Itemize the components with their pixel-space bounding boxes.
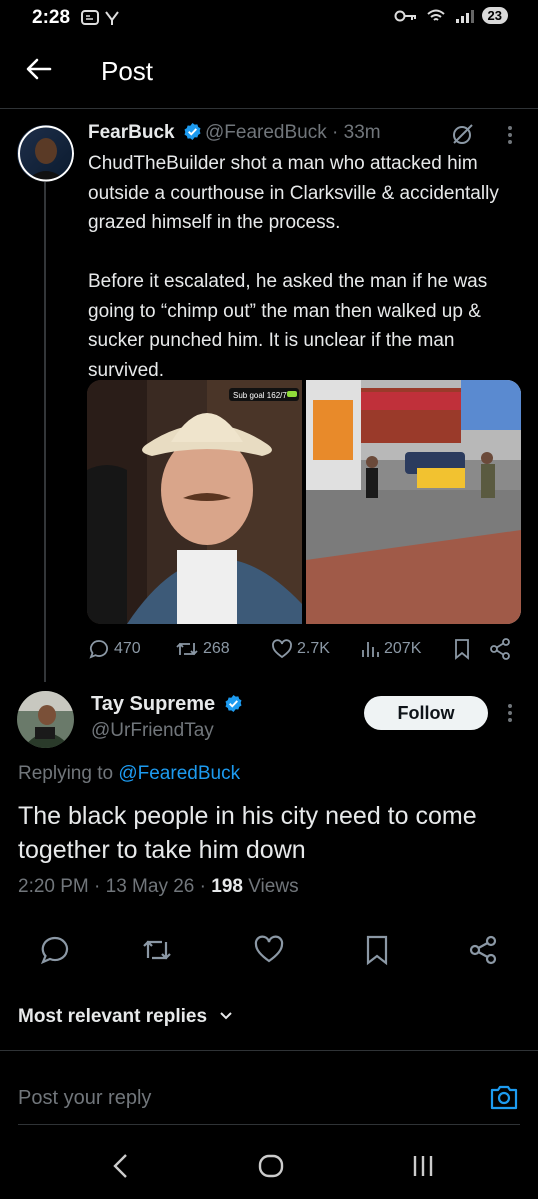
- author-name-text: FearBuck: [88, 122, 175, 143]
- views-count[interactable]: 198: [211, 876, 243, 897]
- thread-line: [44, 182, 46, 682]
- back-arrow-icon[interactable]: [24, 54, 54, 84]
- share-icon[interactable]: [466, 933, 500, 967]
- post-meta: 2:20 PM · 13 May 26 · 198 Views: [18, 876, 299, 898]
- repost-icon[interactable]: [140, 933, 174, 967]
- post-age: 33m: [343, 122, 381, 143]
- post-timestamp: 2:20 PM · 13 May 26 ·: [18, 876, 212, 897]
- status-bar: 2:28 23: [0, 0, 538, 38]
- author-handle[interactable]: @UrFriendTay: [91, 720, 214, 742]
- chevron-down-icon: [220, 1012, 233, 1020]
- wifi-icon: [426, 9, 445, 21]
- follow-button[interactable]: Follow: [364, 696, 488, 730]
- system-nav-bar: [0, 1138, 538, 1199]
- quoted-post-text: ChudTheBuilder shot a man who attacked h…: [88, 153, 499, 381]
- reply-icon[interactable]: [38, 933, 72, 967]
- author-name-text: Tay Supreme: [91, 693, 216, 715]
- like-icon: [272, 639, 292, 659]
- reply-count-text: 470: [114, 640, 141, 657]
- replies-sort-label: Most relevant replies: [18, 1006, 208, 1027]
- like-count[interactable]: 2.7K: [271, 638, 330, 660]
- like-count-text: 2.7K: [297, 640, 330, 657]
- author-handle-line: @FearedBuck · 33m: [205, 122, 381, 144]
- author-handle[interactable]: @FearedBuck: [205, 122, 327, 143]
- camera-icon[interactable]: [489, 1083, 519, 1111]
- bookmark-icon[interactable]: [360, 933, 394, 967]
- post-media[interactable]: Sub goal 162/7: [87, 380, 521, 624]
- views-icon: [362, 642, 379, 657]
- bookmark-icon[interactable]: [452, 638, 472, 660]
- repost-count[interactable]: 268: [175, 638, 230, 660]
- meta-separator: ·: [332, 122, 339, 143]
- reply-icon: [89, 640, 108, 659]
- header-divider: [0, 108, 538, 109]
- author-name[interactable]: Tay Supreme: [91, 693, 243, 716]
- nav-home-icon[interactable]: [257, 1152, 285, 1180]
- key-icon: [394, 10, 416, 21]
- composer-divider: [0, 1050, 538, 1051]
- post-text: The black people in his city need to com…: [18, 802, 477, 864]
- reply-input[interactable]: Post your reply: [18, 1087, 151, 1110]
- nav-back-icon[interactable]: [110, 1152, 132, 1180]
- reply-count[interactable]: 470: [88, 638, 141, 660]
- replies-sort-dropdown[interactable]: Most relevant replies: [18, 1006, 234, 1028]
- avatar[interactable]: [17, 691, 74, 748]
- notification-app-icon: [81, 10, 119, 25]
- share-icon[interactable]: [488, 637, 512, 661]
- views-label: Views: [242, 876, 299, 897]
- verified-icon: [184, 122, 201, 141]
- author-name[interactable]: FearBuck: [88, 122, 202, 144]
- nav-recents-icon[interactable]: [410, 1153, 436, 1179]
- view-count[interactable]: 207K: [360, 638, 421, 660]
- signal-icon: [455, 9, 474, 23]
- notification-icons: [80, 8, 124, 32]
- grok-icon[interactable]: [450, 121, 476, 147]
- avatar-image: [17, 125, 74, 182]
- replying-to: Replying to @FearedBuck: [18, 763, 240, 785]
- media-images: Sub goal 162/7: [87, 380, 521, 624]
- repost-icon: [176, 642, 198, 656]
- replying-handle-link[interactable]: @FearedBuck: [118, 763, 240, 784]
- avatar-image: [17, 691, 74, 748]
- media-overlay-text: Sub goal 162/7: [233, 391, 287, 400]
- more-icon[interactable]: [506, 124, 514, 146]
- repost-count-text: 268: [203, 640, 230, 657]
- status-time: 2:28: [32, 7, 71, 28]
- avatar[interactable]: [17, 125, 74, 182]
- composer-bottom-divider: [18, 1124, 520, 1125]
- status-right: 23: [394, 7, 508, 24]
- view-count-text: 207K: [384, 640, 422, 657]
- page-title: Post: [101, 56, 154, 86]
- more-icon[interactable]: [506, 702, 514, 724]
- battery-icon: 23: [481, 7, 508, 24]
- verified-icon: [225, 694, 242, 713]
- replying-prefix: Replying to: [18, 763, 119, 784]
- like-icon[interactable]: [252, 933, 286, 967]
